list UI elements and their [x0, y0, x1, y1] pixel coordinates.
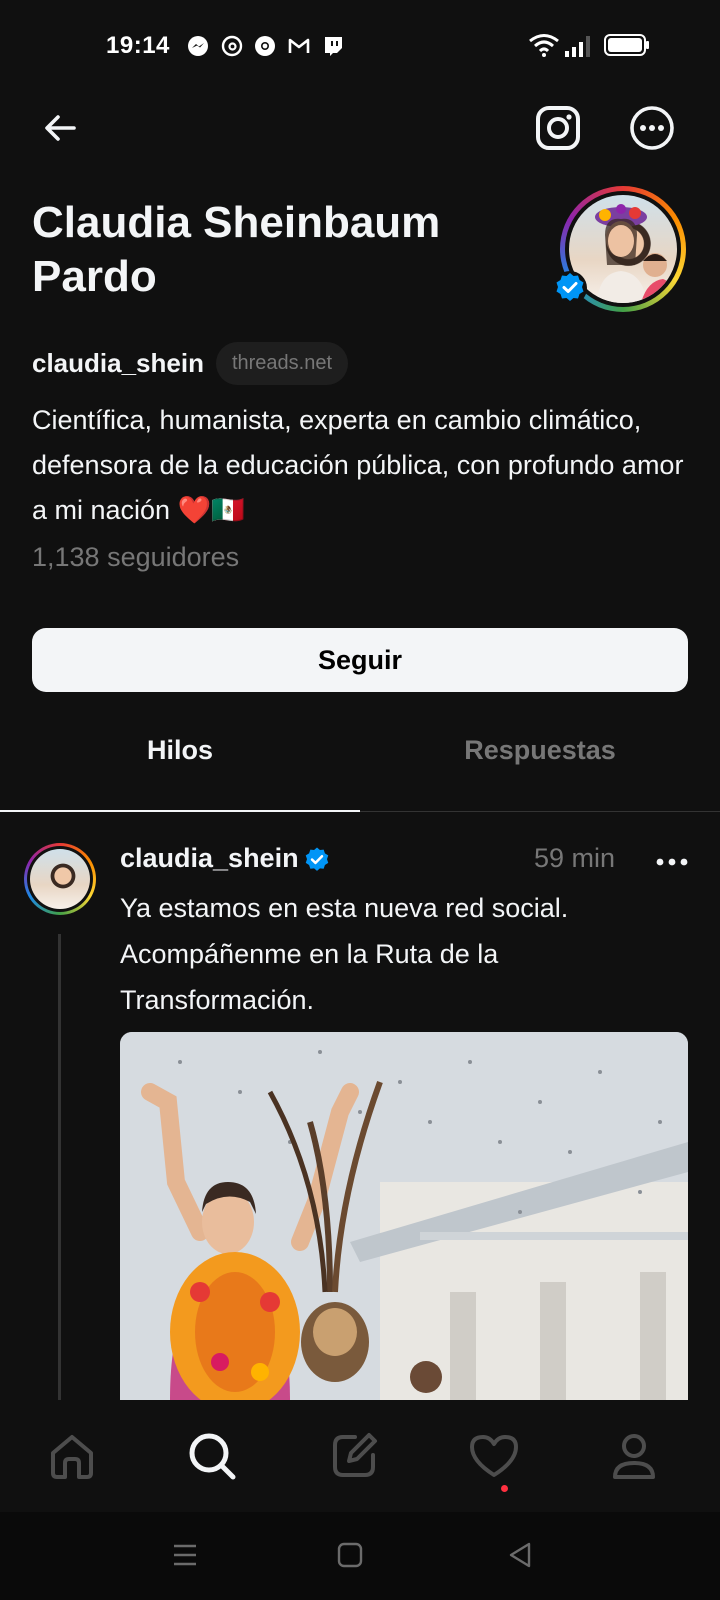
post-username[interactable]: claudia_shein: [120, 843, 299, 874]
more-circle-icon: [630, 106, 674, 150]
menu-icon: [174, 1544, 196, 1566]
profile-username: claudia_shein: [32, 347, 204, 378]
back-button[interactable]: [32, 100, 88, 156]
post-image[interactable]: [120, 1032, 688, 1400]
follow-button[interactable]: Seguir: [32, 628, 688, 692]
chrome-icon: [255, 36, 275, 56]
followers-count[interactable]: 1,138 seguidores: [32, 542, 239, 573]
post-more-icon[interactable]: [648, 842, 696, 882]
twitch-icon: [325, 37, 342, 56]
system-menu-button[interactable]: [155, 1530, 215, 1580]
post-avatar-photo: [30, 849, 90, 909]
post-photo-illustration: [120, 1032, 688, 1400]
thread-line: [58, 934, 61, 1400]
profile-name: Claudia Sheinbaum Pardo: [32, 198, 441, 301]
post-text: Ya estamos en esta nueva red social. Aco…: [120, 893, 569, 1015]
profile-icon: [613, 1434, 655, 1479]
profile-bio: Científica, humanista, experta en cambio…: [32, 405, 684, 525]
threads-domain-chip[interactable]: threads.net: [215, 341, 349, 385]
system-home-button[interactable]: [320, 1530, 380, 1580]
post-verified-badge-icon: [305, 847, 329, 871]
messenger-icon: [188, 36, 208, 56]
instagram-icon: [536, 106, 580, 150]
verified-badge-icon: [553, 271, 587, 305]
status-time: 19:14: [106, 32, 170, 59]
nav-search[interactable]: [176, 1422, 248, 1490]
tab-hilos[interactable]: Hilos: [0, 735, 360, 795]
gmail-icon: [288, 38, 310, 53]
battery-icon: [604, 34, 649, 56]
system-back-button[interactable]: [490, 1530, 550, 1580]
home-icon: [51, 1435, 93, 1479]
username-row: claudia_shein threads.net: [32, 338, 349, 388]
instagram-button[interactable]: [530, 100, 586, 156]
signal-icon: [565, 36, 590, 57]
wifi-icon: [529, 34, 559, 57]
active-tab-indicator: [0, 810, 360, 812]
status-bar: 19:14: [0, 0, 720, 92]
back-triangle-icon: [509, 1542, 531, 1568]
nav-compose[interactable]: [318, 1422, 390, 1490]
home-square-icon: [337, 1542, 363, 1568]
nav-home[interactable]: [36, 1422, 108, 1490]
threads-icon: [221, 35, 243, 57]
heart-icon: [470, 1435, 518, 1477]
tab-respuestas[interactable]: Respuestas: [360, 735, 720, 795]
more-options-button[interactable]: [624, 100, 680, 156]
compose-icon: [333, 1433, 377, 1477]
post-avatar[interactable]: [24, 843, 96, 915]
activity-notification-dot: [501, 1485, 508, 1492]
nav-activity[interactable]: [458, 1422, 530, 1490]
nav-profile[interactable]: [598, 1422, 670, 1490]
arrow-left-icon: [45, 115, 76, 141]
post-timestamp: 59 min: [534, 843, 616, 873]
search-icon: [189, 1433, 236, 1480]
